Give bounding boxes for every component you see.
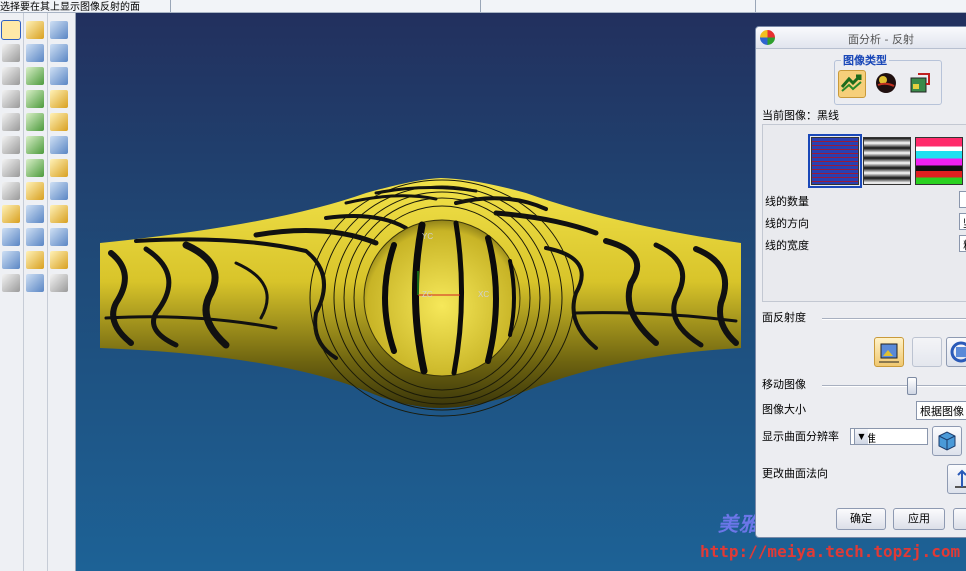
resolution-select[interactable]: 标准 ▼ [850, 428, 928, 445]
reflectivity-slider[interactable] [822, 318, 966, 320]
left-toolbar [0, 13, 76, 571]
image-swatch-black-lines[interactable] [808, 134, 862, 188]
resolution-label: 显示曲面分辨率 [762, 430, 839, 443]
num-lines-label: 线的数量 [765, 195, 809, 208]
status-bar: 选择要在其上显示图像反射的面 [0, 0, 966, 13]
round-icon[interactable] [50, 90, 68, 108]
crosshair-icon[interactable] [2, 182, 20, 200]
extrude-icon[interactable] [26, 67, 44, 85]
dialog-title: 面分析 - 反射 [848, 33, 914, 46]
apply-button[interactable]: 应用 [893, 508, 945, 530]
axis-label-x: XC [478, 290, 489, 299]
pencil-icon[interactable] [2, 90, 20, 108]
image-size-label: 图像大小 [762, 403, 806, 416]
snap-icon[interactable] [2, 44, 20, 62]
revolve-icon[interactable] [26, 90, 44, 108]
reverse-normal-icon[interactable] [947, 464, 966, 494]
chamfer-icon[interactable] [50, 113, 68, 131]
rib-icon[interactable] [50, 67, 68, 85]
move-image-slider[interactable] [822, 385, 966, 387]
move-image-slider-thumb[interactable] [907, 377, 917, 395]
ok-button[interactable]: 确定 [836, 508, 886, 530]
analysis-icon[interactable] [50, 228, 68, 246]
image-type-label: 图像类型 [841, 52, 889, 68]
measure-icon[interactable] [50, 251, 68, 269]
blend-icon[interactable] [26, 136, 44, 154]
image-size-value: 根据图像 [920, 405, 964, 418]
scale-image-icon[interactable] [912, 337, 942, 367]
draft-icon[interactable] [50, 136, 68, 154]
rectangle-icon[interactable] [26, 44, 44, 62]
arrow-icon[interactable] [2, 274, 20, 292]
offset-icon[interactable] [2, 251, 20, 269]
thicken-icon[interactable] [50, 182, 68, 200]
image-swatch-gray-bands[interactable] [863, 137, 911, 185]
surface-icon[interactable] [26, 182, 44, 200]
sweep-icon[interactable] [26, 113, 44, 131]
image-preview-panel: 线的数量 线的方向 线的宽度 竖 粗 [762, 124, 966, 302]
fill-icon[interactable] [50, 159, 68, 177]
chevron-down-icon[interactable]: ▼ [854, 429, 868, 444]
current-image-label: 当前图像：黑线 [762, 109, 839, 122]
datum-icon[interactable] [2, 205, 20, 223]
mirror-icon[interactable] [26, 274, 44, 292]
point-icon[interactable] [2, 136, 20, 154]
reflectivity-label: 面反射度 [762, 311, 806, 324]
image-file-icon[interactable] [907, 70, 935, 98]
line-width-label: 线的宽度 [765, 239, 809, 252]
line-icon[interactable] [2, 67, 20, 85]
status-prompt: 选择要在其上显示图像反射的面 [0, 2, 140, 13]
trim-icon[interactable] [26, 205, 44, 223]
status-divider [755, 0, 756, 12]
image-swatch-color-bands[interactable] [915, 137, 963, 185]
plane-icon[interactable] [2, 228, 20, 246]
app-logo-icon [760, 30, 775, 45]
num-lines-field[interactable] [959, 191, 966, 208]
move-image-label: 移动图像 [762, 378, 806, 391]
axis-label-y: YC [422, 232, 433, 241]
spline-icon[interactable] [2, 113, 20, 131]
merge-icon[interactable] [26, 228, 44, 246]
image-size-select[interactable]: 根据图像 [916, 401, 966, 420]
solidify-icon[interactable] [50, 205, 68, 223]
sphere-map-icon[interactable] [873, 70, 901, 98]
reverse-normal-label: 更改曲面法向 [762, 467, 828, 480]
move-image-icon[interactable] [874, 337, 904, 367]
status-divider [170, 0, 171, 12]
line-direction-select[interactable]: 竖 [959, 213, 966, 230]
axis-label-z: ZC [422, 290, 433, 299]
select-tool-icon[interactable] [1, 20, 21, 40]
reflection-dialog: 面分析 - 反射 图像类型 当前图像：黑线 线的数量 线的方向 线的宽度 竖 粗… [755, 26, 966, 538]
hole-icon[interactable] [50, 21, 68, 39]
shell-icon[interactable] [50, 44, 68, 62]
shaded-cube-icon[interactable] [932, 426, 962, 456]
boundary-icon[interactable] [26, 159, 44, 177]
reflection-surface[interactable] [100, 178, 741, 417]
sketch-icon[interactable] [26, 21, 44, 39]
pattern-icon[interactable] [26, 251, 44, 269]
watermark-url: http://meiya.tech.topzj.com [700, 542, 961, 561]
circle-icon[interactable] [2, 159, 20, 177]
dialog-titlebar[interactable]: 面分析 - 反射 [756, 27, 966, 49]
reflection-lines-icon[interactable] [838, 70, 866, 98]
rotate-image-icon[interactable] [946, 337, 966, 367]
status-divider [480, 0, 481, 12]
line-width-select[interactable]: 粗 [959, 235, 966, 252]
cancel-button[interactable] [953, 508, 966, 530]
line-direction-label: 线的方向 [765, 217, 809, 230]
image-type-group: 图像类型 [834, 52, 942, 105]
settings-icon[interactable] [50, 274, 68, 292]
